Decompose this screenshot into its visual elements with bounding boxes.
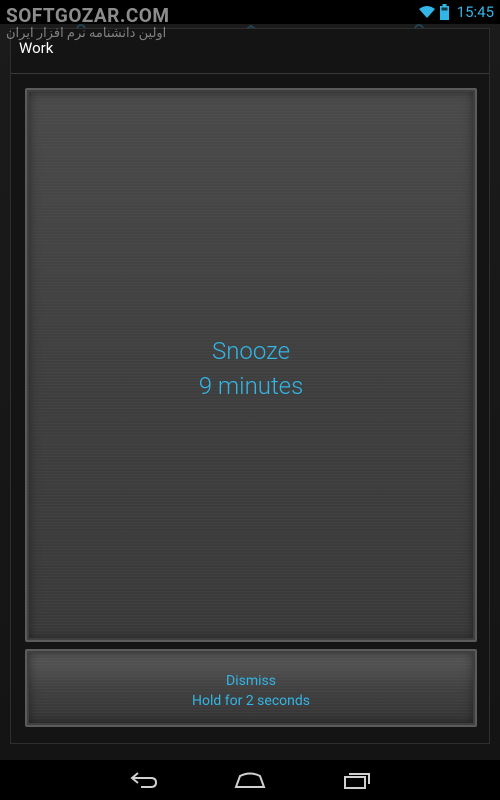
alarm-screen: 15:45 Work Snooze 9 minutes Dismiss Hold… <box>0 0 500 800</box>
home-icon <box>234 772 266 788</box>
battery-icon <box>439 4 449 20</box>
title-divider <box>11 73 489 74</box>
dismiss-hint: Hold for 2 seconds <box>192 693 310 709</box>
back-button[interactable] <box>124 766 164 794</box>
snooze-button[interactable]: Snooze 9 minutes <box>25 88 477 642</box>
dismiss-text: Dismiss Hold for 2 seconds <box>27 671 475 711</box>
snooze-label: Snooze <box>211 337 291 365</box>
status-clock: 15:45 <box>456 3 494 21</box>
status-icons: 15:45 <box>418 2 494 22</box>
home-button[interactable] <box>230 766 270 794</box>
dismiss-label: Dismiss <box>226 673 276 689</box>
alarm-dialog: Work Snooze 9 minutes Dismiss Hold for 2… <box>10 28 490 744</box>
dismiss-button[interactable]: Dismiss Hold for 2 seconds <box>25 649 477 727</box>
snooze-text: Snooze 9 minutes <box>27 334 475 404</box>
recent-apps-button[interactable] <box>337 766 377 794</box>
status-bar: 15:45 <box>0 0 500 24</box>
back-icon <box>130 772 158 788</box>
navigation-bar <box>0 760 500 800</box>
wifi-icon <box>418 5 436 19</box>
recent-apps-icon <box>344 773 370 789</box>
dialog-title: Work <box>19 39 54 57</box>
snooze-duration: 9 minutes <box>198 372 304 400</box>
